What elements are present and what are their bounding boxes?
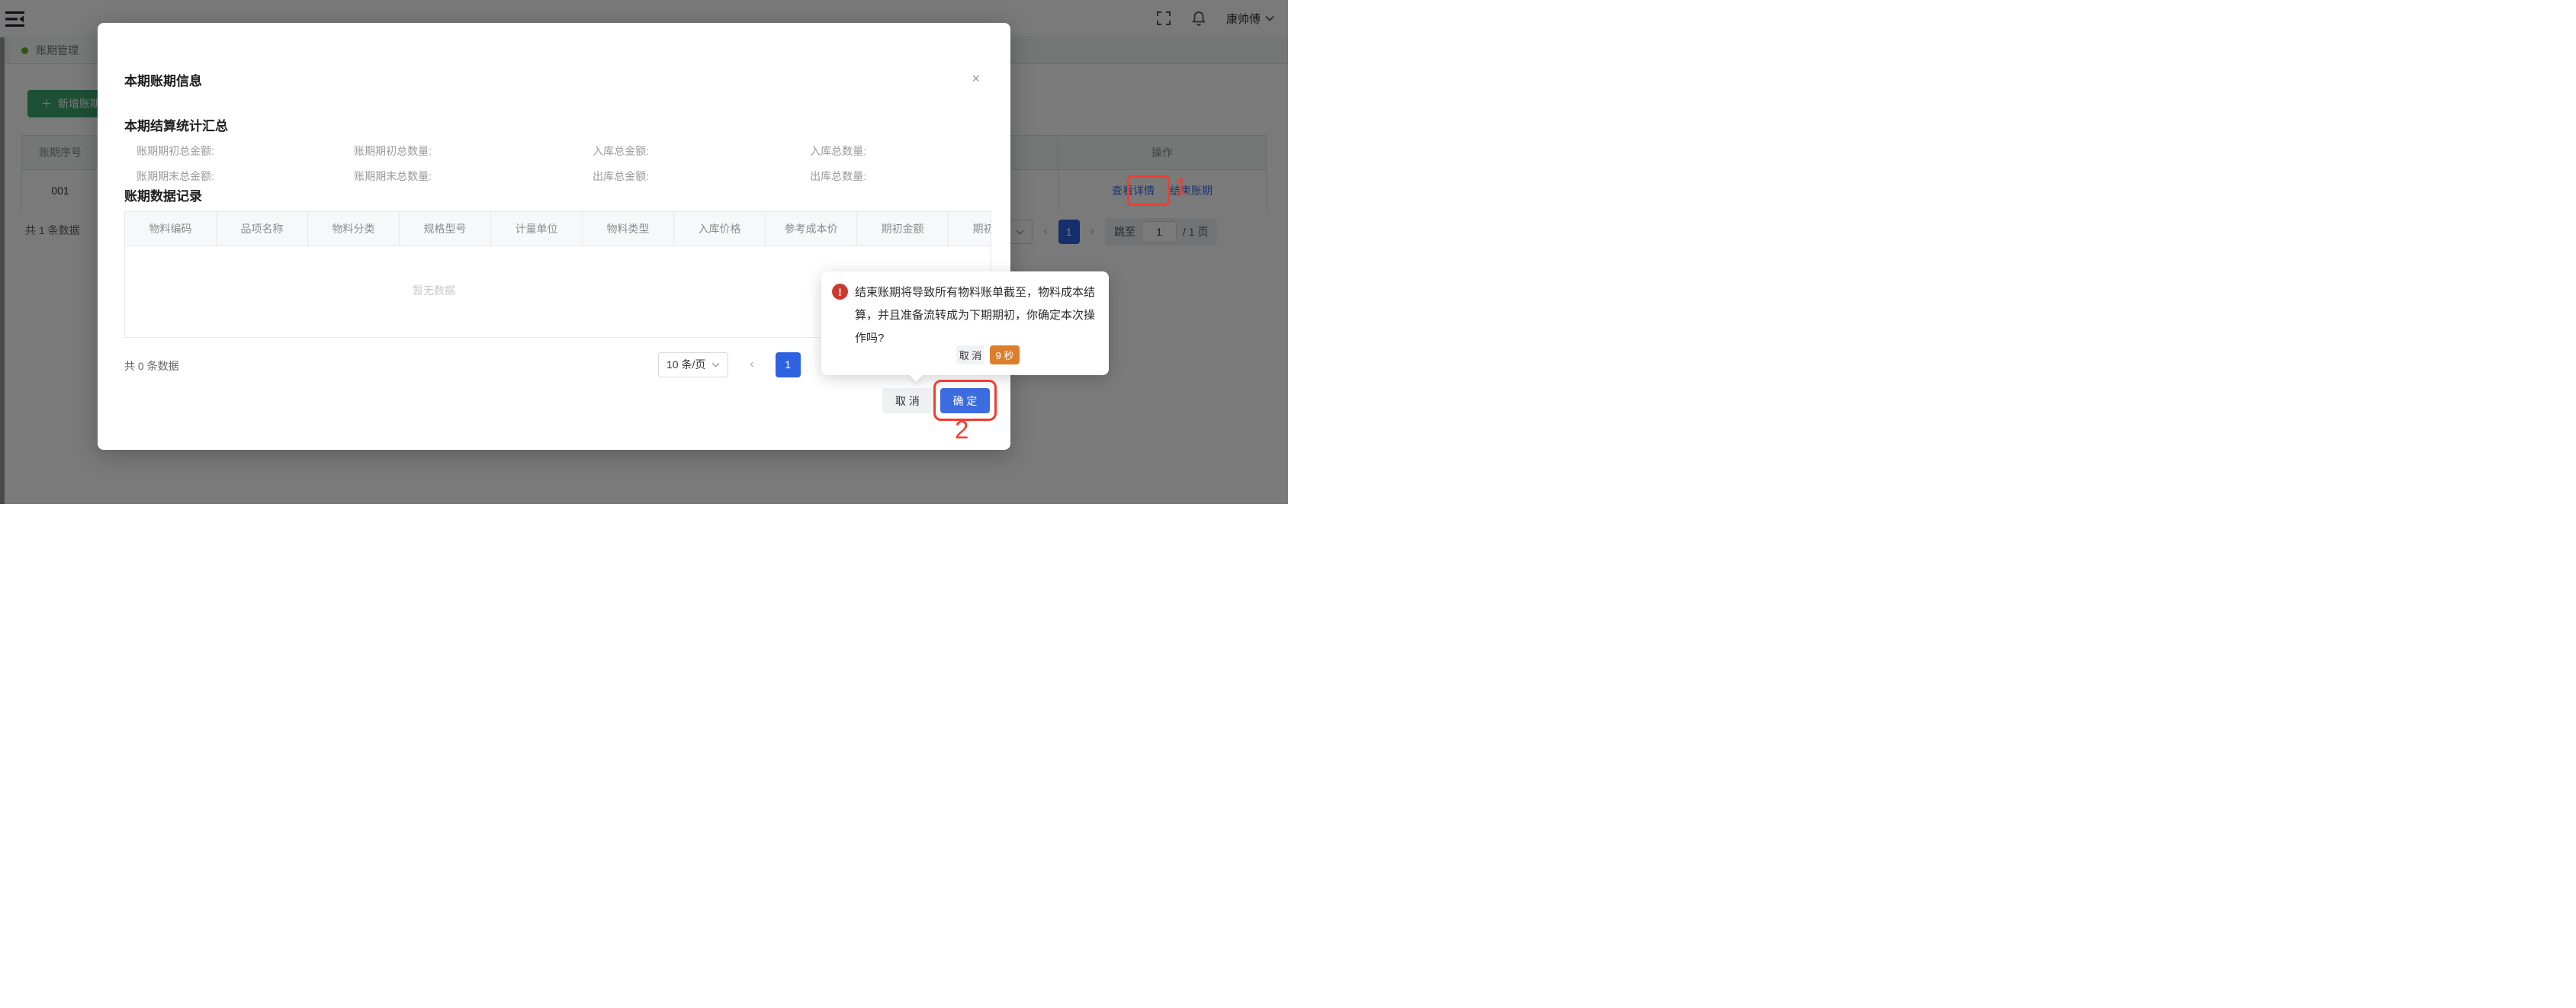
chevron-down-icon [711,362,720,368]
stat-out-qty: 出库总数量: [776,169,994,185]
modal-page-size-value: 10 条/页 [666,357,705,372]
warning-icon: ! [832,284,848,300]
end-period-popconfirm: ! 结束账期将导致所有物料账单截至，物料成本结算，并且准备流转成为下期期初，你确… [821,271,1109,375]
popconfirm-message: 结束账期将导致所有物料账单截至，物料成本结算，并且准备流转成为下期期初，你确定本… [855,281,1100,350]
annotation-label-step1: 1 [1174,173,1187,201]
col-spec-model: 规格型号 [400,212,491,246]
stat-in-amount: 入库总金额: [559,143,776,159]
col-in-price: 入库价格 [674,212,766,246]
col-ref-cost: 参考成本价 [766,212,857,246]
modal-cancel-button[interactable]: 取 消 [882,388,933,413]
close-icon[interactable]: × [972,72,980,85]
summary-stats: 账期期初总金额: 账期期初总数量: 入库总金额: 入库总数量: 账期期末总金额:… [124,143,994,185]
empty-placeholder: 暂无数据 [413,283,455,298]
annotation-box-step1 [1127,175,1170,206]
modal-total-count-text: 共 0 条数据 [124,358,179,374]
col-unit: 计量单位 [491,212,583,246]
col-material-code: 物料编码 [125,212,217,246]
modal-prev-page-button[interactable]: ‹ [750,358,753,371]
summary-section-title: 本期结算统计汇总 [124,115,228,134]
period-info-modal: 本期账期信息 × 本期结算统计汇总 账期期初总金额: 账期期初总数量: 入库总金… [98,23,1010,450]
col-item-name: 品项名称 [217,212,308,246]
stat-end-amount: 账期期末总金额: [124,169,342,185]
stat-in-qty: 入库总数量: [776,143,994,159]
annotation-box-step2 [933,380,997,421]
annotation-label-step2: 2 [955,416,968,445]
popconfirm-cancel-button[interactable]: 取 消 [956,345,984,364]
col-material-type: 物料类型 [583,212,674,246]
modal-page-size-select[interactable]: 10 条/页 [658,352,728,377]
records-section-title: 账期数据记录 [124,185,202,204]
modal-page-number-active[interactable]: 1 [776,352,801,377]
popconfirm-countdown-button[interactable]: 9 秒 [990,345,1020,364]
stat-begin-amount: 账期期初总金额: [124,143,342,159]
modal-title: 本期账期信息 [124,70,202,89]
col-begin-qty: 期初数量 [949,212,991,246]
stat-out-amount: 出库总金额: [559,169,776,185]
records-table-header: 物料编码 品项名称 物料分类 规格型号 计量单位 物料类型 入库价格 参考成本价… [125,212,991,246]
stat-begin-qty: 账期期初总数量: [342,143,559,159]
stat-end-qty: 账期期末总数量: [342,169,559,185]
col-material-category: 物料分类 [308,212,400,246]
col-begin-amount: 期初金额 [857,212,949,246]
modal-pagination: 10 条/页 ‹ 1 [658,352,801,377]
